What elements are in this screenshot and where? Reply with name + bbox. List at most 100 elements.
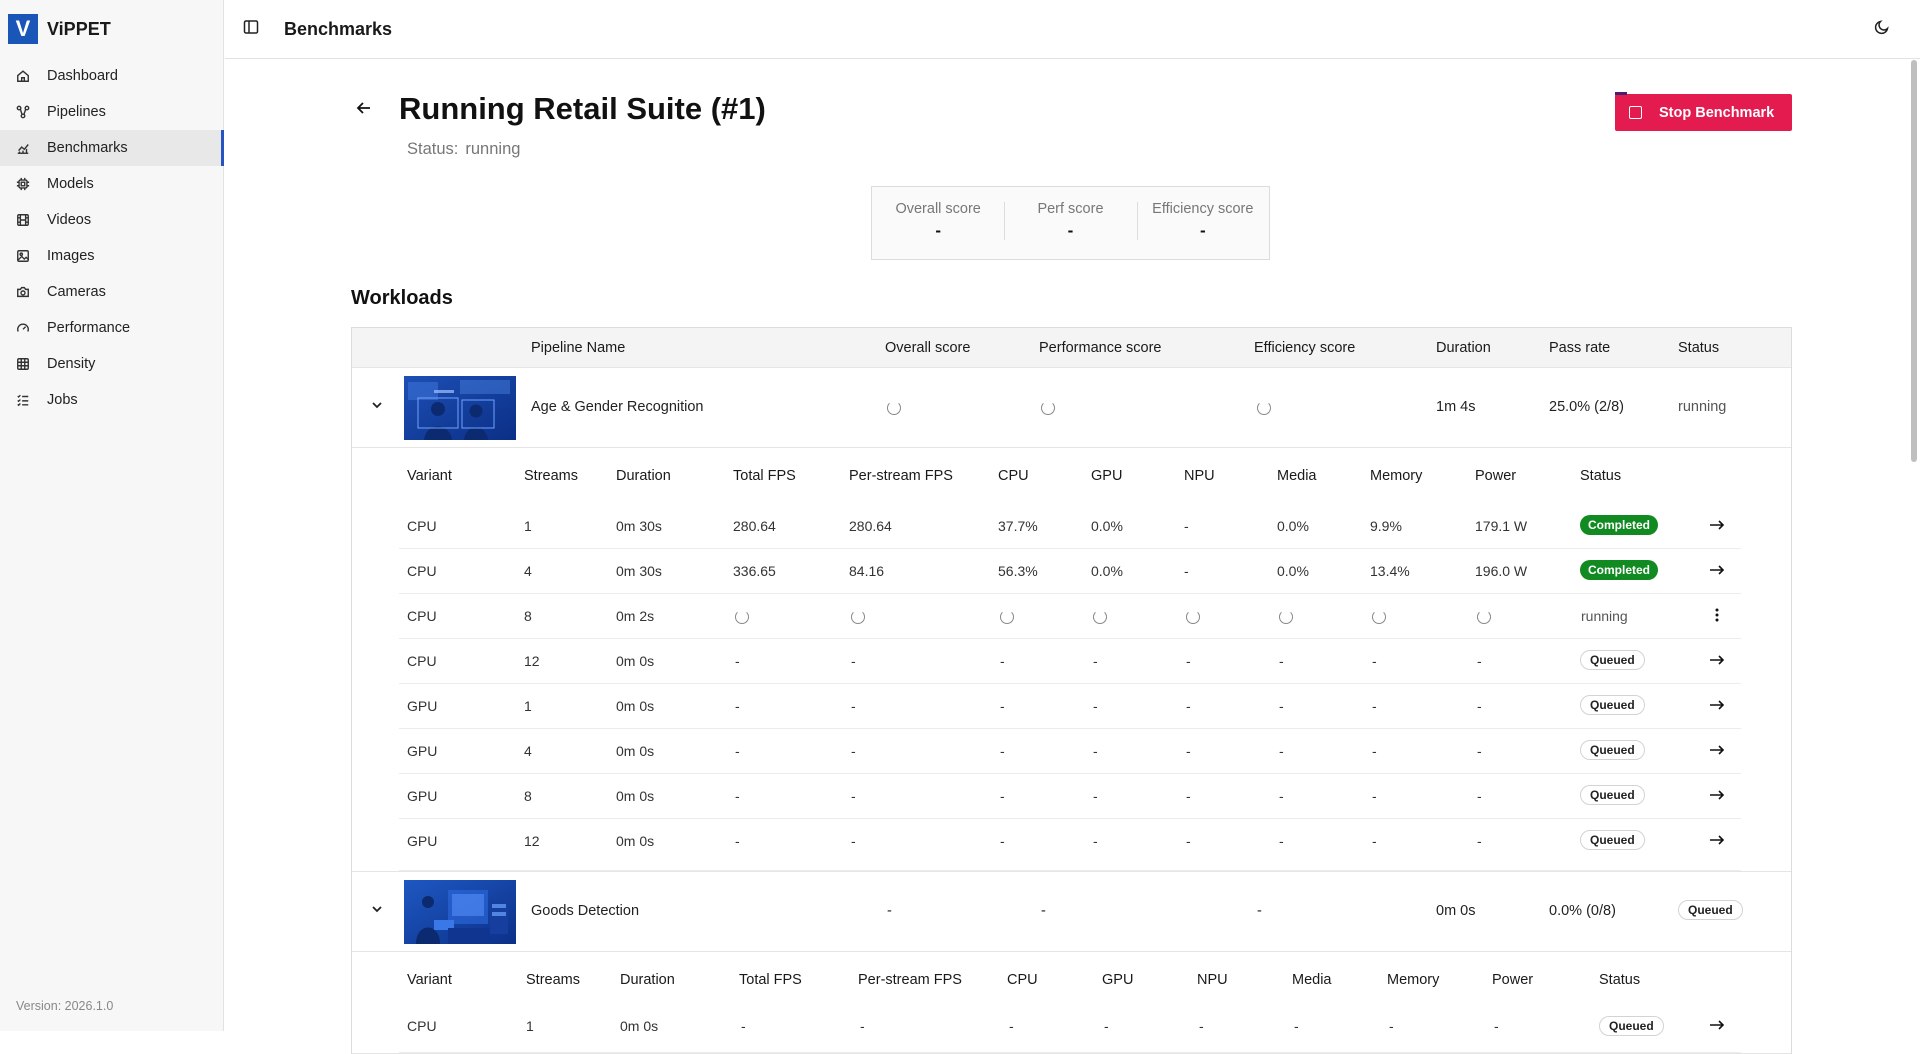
grid-icon (16, 357, 30, 371)
cell-total-fps: - (735, 653, 740, 669)
cell-variant: GPU (407, 788, 438, 804)
workload-row[interactable]: Goods Detection - - - 0m 0s 0.0% (0/8) Q… (352, 872, 1791, 952)
arrow-right-icon (1709, 698, 1725, 714)
column-header: Status (1580, 468, 1622, 484)
variant-row[interactable]: GPU 12 0m 0s - - - - - - - - Queued (352, 819, 1791, 871)
column-header: Variant (407, 972, 452, 988)
status-badge: Queued (1580, 785, 1645, 805)
cell-npu: - (1184, 518, 1189, 534)
column-header: Per-stream FPS (849, 468, 953, 484)
workloads-heading: Workloads (351, 287, 453, 309)
loading-spinner (1257, 401, 1271, 415)
column-header: Pass rate (1549, 340, 1611, 356)
column-header: Total FPS (733, 468, 796, 484)
column-header: Duration (620, 972, 675, 988)
variant-row[interactable]: CPU 4 0m 30s 336.65 84.16 56.3% 0.0% - 0… (352, 549, 1791, 594)
cell-variant: CPU (407, 608, 437, 624)
theme-toggle-button[interactable] (1871, 18, 1893, 40)
more-options-button[interactable] (1708, 607, 1726, 625)
sidebar-item-label: Pipelines (47, 104, 106, 120)
sidebar-toggle-icon (243, 19, 259, 39)
column-header: Pipeline Name (531, 340, 626, 356)
loading-spinner (1000, 610, 1014, 624)
cell-power: 196.0 W (1475, 563, 1528, 579)
cell-memory: 13.4% (1370, 563, 1410, 579)
column-header: CPU (1007, 972, 1038, 988)
cell-streams: 1 (524, 698, 532, 714)
back-button[interactable] (353, 99, 375, 121)
column-header: Total FPS (739, 972, 802, 988)
sidebar-item-jobs[interactable]: Jobs (0, 382, 223, 418)
workload-duration: 0m 0s (1436, 903, 1476, 919)
expand-button[interactable] (368, 398, 386, 416)
loading-spinner (851, 610, 865, 624)
variant-row[interactable]: GPU 8 0m 0s - - - - - - - - Queued (352, 774, 1791, 819)
kebab-menu-icon (1715, 608, 1719, 625)
column-header: Memory (1370, 468, 1423, 484)
sidebar-item-performance[interactable]: Performance (0, 310, 223, 346)
view-details-button[interactable] (1708, 1017, 1726, 1035)
cell-variant: GPU (407, 698, 438, 714)
stop-benchmark-button[interactable]: Stop Benchmark (1615, 92, 1792, 131)
cell-gpu: - (1093, 833, 1098, 849)
view-details-button[interactable] (1708, 652, 1726, 670)
cell-per-stream-fps: 84.16 (849, 563, 885, 579)
variant-row[interactable]: GPU 4 0m 0s - - - - - - - - Queued (352, 729, 1791, 774)
sidebar-item-cameras[interactable]: Cameras (0, 274, 223, 310)
arrow-right-icon (1709, 563, 1725, 579)
cell-media: - (1294, 1018, 1299, 1034)
cell-gpu: - (1104, 1018, 1109, 1034)
scrollbar[interactable] (1911, 60, 1917, 462)
cell-total-fps: 280.64 (733, 518, 776, 534)
cell-streams: 12 (524, 833, 540, 849)
sidebar-item-label: Videos (47, 212, 92, 228)
view-details-button[interactable] (1708, 697, 1726, 715)
sidebar-item-models[interactable]: Models (0, 166, 223, 202)
variant-row[interactable]: GPU 1 0m 0s - - - - - - - - Queued (352, 684, 1791, 729)
status-badge: Completed (1580, 515, 1659, 535)
cell-gpu: 0.0% (1091, 563, 1123, 579)
pipeline-name: Age & Gender Recognition (531, 399, 704, 415)
cell-media: - (1279, 788, 1284, 804)
sidebar-item-benchmarks[interactable]: Benchmarks (0, 130, 224, 166)
brand[interactable]: V ViPPET (0, 0, 223, 58)
view-details-button[interactable] (1708, 832, 1726, 850)
camera-icon (16, 285, 30, 299)
cell-cpu: - (1000, 788, 1005, 804)
cell-variant: GPU (407, 743, 438, 759)
perf-score: Perf score - (1004, 187, 1136, 259)
cell-media: - (1279, 743, 1284, 759)
cell-cpu: 37.7% (998, 518, 1038, 534)
loading-spinner (735, 610, 749, 624)
view-details-button[interactable] (1708, 517, 1726, 535)
view-details-button[interactable] (1708, 787, 1726, 805)
sidebar-item-images[interactable]: Images (0, 238, 223, 274)
sidebar-item-label: Images (47, 248, 95, 264)
variant-row[interactable]: CPU 8 0m 2s running (352, 594, 1791, 639)
page-title: Benchmarks (284, 18, 393, 39)
variant-row[interactable]: CPU 12 0m 0s - - - - - - - - Queued (352, 639, 1791, 684)
sidebar-item-density[interactable]: Density (0, 346, 223, 382)
cell-variant: CPU (407, 1018, 437, 1034)
cell-power: - (1477, 653, 1482, 669)
view-details-button[interactable] (1708, 562, 1726, 580)
variant-row[interactable]: CPU 1 0m 30s 280.64 280.64 37.7% 0.0% - … (352, 504, 1791, 549)
column-header: Efficiency score (1254, 340, 1356, 356)
cell-memory: - (1372, 698, 1377, 714)
workload-row[interactable]: Age & Gender Recognition 1m 4s 25.0% (2/… (352, 368, 1791, 448)
sidebar-item-videos[interactable]: Videos (0, 202, 223, 238)
score-label: Overall score (895, 201, 981, 217)
arrow-right-icon (1709, 743, 1725, 759)
cell-gpu: - (1093, 653, 1098, 669)
expand-button[interactable] (368, 902, 386, 920)
sidebar-toggle-button[interactable] (240, 18, 262, 40)
app-logo: V (8, 14, 38, 44)
score-label: Efficiency score (1152, 201, 1254, 217)
loading-spinner (1372, 610, 1386, 624)
sidebar-item-dashboard[interactable]: Dashboard (0, 58, 223, 94)
column-header: NPU (1197, 972, 1228, 988)
sidebar-item-pipelines[interactable]: Pipelines (0, 94, 223, 130)
view-details-button[interactable] (1708, 742, 1726, 760)
cell-media: 0.0% (1277, 518, 1309, 534)
sidebar: V ViPPET Dashboard Pipelines Benchmarks … (0, 0, 224, 1031)
